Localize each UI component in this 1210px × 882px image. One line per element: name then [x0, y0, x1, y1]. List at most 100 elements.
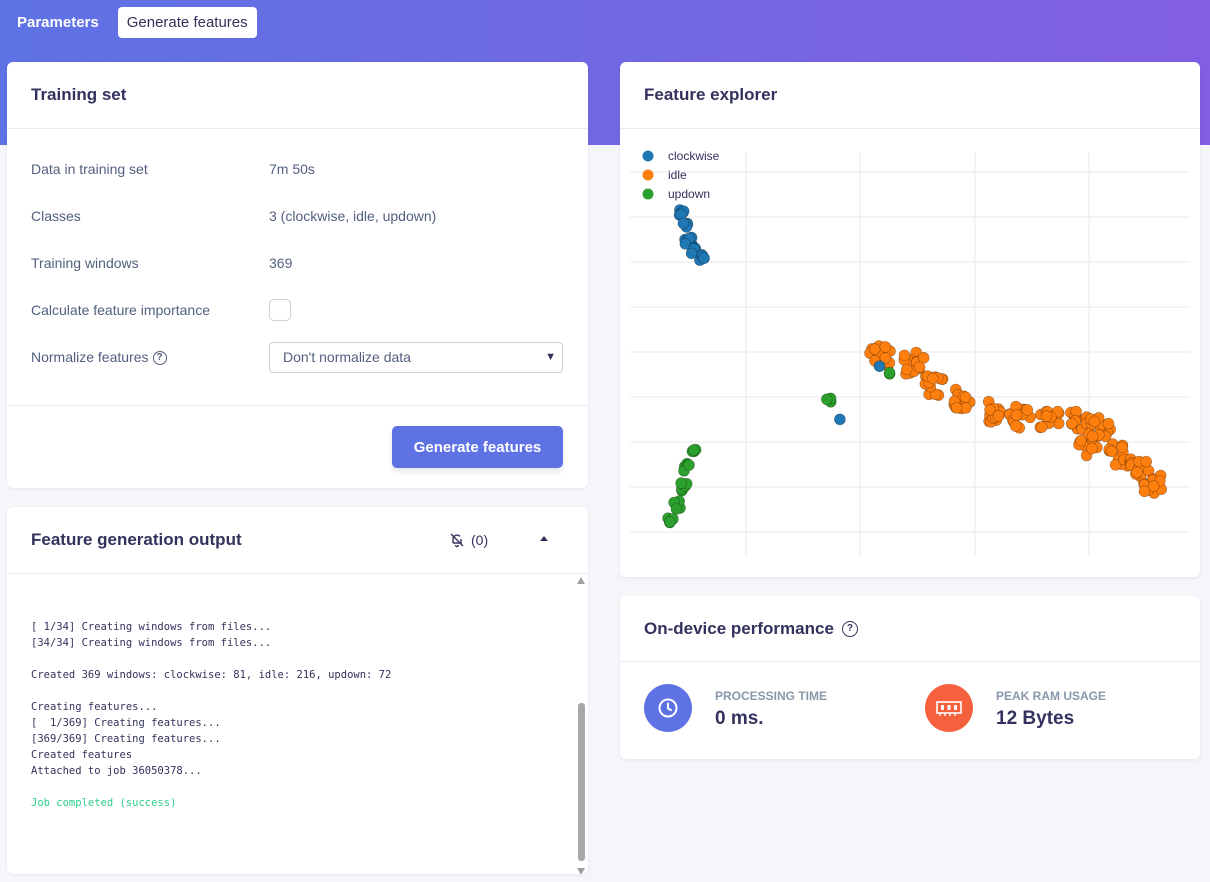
scatter-point-updown [670, 503, 683, 515]
legend-label-updown[interactable]: updown [668, 187, 710, 201]
log-line: [369/369] Creating features... [31, 733, 221, 745]
normalize-features-label-wrap: Normalize features? [31, 349, 167, 366]
scatter-point-idle [1086, 442, 1098, 455]
peak-ram-circle [925, 684, 973, 732]
classes-label: Classes [31, 208, 81, 224]
memory-icon [936, 701, 962, 716]
scatter-point-updown [821, 393, 833, 406]
training-set-header: Training set [7, 62, 588, 129]
legend-label-clockwise[interactable]: clockwise [668, 149, 720, 163]
legend-marker-idle[interactable] [642, 169, 654, 181]
log-line: Attached to job 36050378... [31, 765, 202, 777]
log-line: [ 1/369] Creating features... [31, 717, 221, 729]
scatter-point-updown [688, 444, 700, 456]
training-windows-value: 369 [269, 255, 293, 271]
generate-features-button[interactable]: Generate features [392, 426, 563, 468]
legend-label-idle[interactable]: idle [668, 168, 687, 182]
processing-time-label: PROCESSING TIME [715, 689, 828, 703]
normalize-features-selected: Don't normalize data [283, 349, 411, 365]
normalize-features-label: Normalize features [31, 349, 149, 365]
scatter-point-idle [900, 363, 913, 376]
scatter-point-idle [992, 410, 1005, 422]
processing-time-circle [644, 684, 692, 732]
training-set-card: Training set Data in training set 7m 50s… [7, 62, 588, 488]
output-log: [ 1/34] Creating windows from files... [3… [31, 619, 391, 811]
feature-explorer-card: Feature explorer clockwise idle updown [620, 62, 1200, 577]
log-success-line: Job completed (success) [31, 797, 177, 809]
scatter-point-clockwise [698, 252, 710, 264]
tab-parameters[interactable]: Parameters [8, 7, 108, 38]
scatter-point-idle [927, 372, 939, 385]
tab-generate-features[interactable]: Generate features [117, 7, 257, 38]
data-in-training-set-value: 7m 50s [269, 161, 315, 177]
tab-bar: Parameters Generate features [8, 7, 257, 38]
scatter-point-idle [898, 349, 911, 362]
scatter-point-idle [1009, 420, 1022, 432]
scatter-point-idle [1040, 410, 1053, 422]
normalize-features-select[interactable]: Don't normalize data ▼ [269, 342, 563, 373]
feature-scatter-plot[interactable]: clockwise idle updown [620, 137, 1200, 577]
divider [7, 405, 588, 406]
legend-marker-updown[interactable] [642, 188, 654, 200]
log-scrollbar[interactable] [576, 577, 586, 874]
scatter-point-idle [869, 343, 881, 355]
scatter-point-clockwise [834, 413, 846, 426]
scroll-down-icon[interactable] [577, 868, 585, 874]
log-line: Creating features... [31, 701, 158, 713]
output-title: Feature generation output [31, 530, 242, 549]
scatter-point-idle [1140, 455, 1153, 468]
scroll-thumb[interactable] [578, 703, 585, 861]
scatter-point-idle [1066, 417, 1078, 430]
data-in-training-set-label: Data in training set [31, 161, 148, 177]
classes-value: 3 (clockwise, idle, updown) [269, 208, 437, 224]
scatter-point-idle [950, 401, 963, 414]
scatter-point-idle [1105, 445, 1118, 458]
peak-ram-value: 12 Bytes [996, 708, 1075, 729]
scatter-point-idle [959, 391, 972, 404]
log-line: [34/34] Creating windows from files... [31, 637, 272, 649]
performance-title: On-device performance [644, 618, 834, 638]
output-header: Feature generation output (0) [7, 507, 588, 574]
scatter-point-idle [1086, 430, 1099, 443]
log-line: Created 369 windows: clockwise: 81, idle… [31, 669, 392, 681]
feature-explorer-title: Feature explorer [644, 85, 778, 104]
training-windows-label: Training windows [31, 255, 139, 271]
scatter-point-idle [1131, 466, 1143, 479]
training-set-title: Training set [31, 85, 127, 104]
notifications-toggle[interactable]: (0) [449, 532, 488, 548]
help-icon[interactable]: ? [841, 620, 858, 637]
scatter-point-idle [1035, 421, 1048, 433]
scatter-point-clockwise [677, 217, 690, 230]
scatter-point-idle [1138, 485, 1151, 498]
notification-count: (0) [471, 532, 489, 548]
scroll-up-icon[interactable] [577, 577, 585, 584]
log-line: Created features [31, 749, 133, 761]
scatter-point-updown [675, 477, 687, 489]
legend-marker-clockwise[interactable] [642, 150, 654, 162]
feature-explorer-header: Feature explorer [620, 62, 1200, 129]
peak-ram-label: PEAK RAM USAGE [996, 689, 1107, 703]
feature-importance-checkbox[interactable] [269, 299, 291, 321]
chevron-down-icon: ▼ [545, 351, 556, 363]
scatter-point-updown [664, 515, 676, 528]
bell-off-icon [450, 533, 464, 548]
collapse-icon[interactable] [540, 536, 548, 541]
scatter-point-idle [1010, 409, 1023, 422]
scatter-point-idle [1088, 415, 1101, 428]
feature-importance-label: Calculate feature importance [31, 302, 210, 318]
scatter-point-idle [1116, 441, 1128, 454]
output-card: Feature generation output (0) [ 1/34] Cr… [7, 507, 588, 874]
processing-time-value: 0 ms. [715, 708, 764, 729]
scatter-point-idle [1075, 434, 1087, 447]
clock-icon [658, 698, 678, 718]
scatter-point-updown [683, 459, 695, 471]
performance-card: On-device performance ? PROCESSING TIME … [620, 596, 1200, 759]
scatter-point-clockwise [873, 360, 886, 372]
scatter-point-idle [879, 341, 892, 353]
scatter-point-idle [1102, 417, 1115, 430]
scatter-point-updown [883, 366, 896, 379]
log-line: [ 1/34] Creating windows from files... [31, 621, 272, 633]
help-icon[interactable]: ? [152, 351, 167, 366]
